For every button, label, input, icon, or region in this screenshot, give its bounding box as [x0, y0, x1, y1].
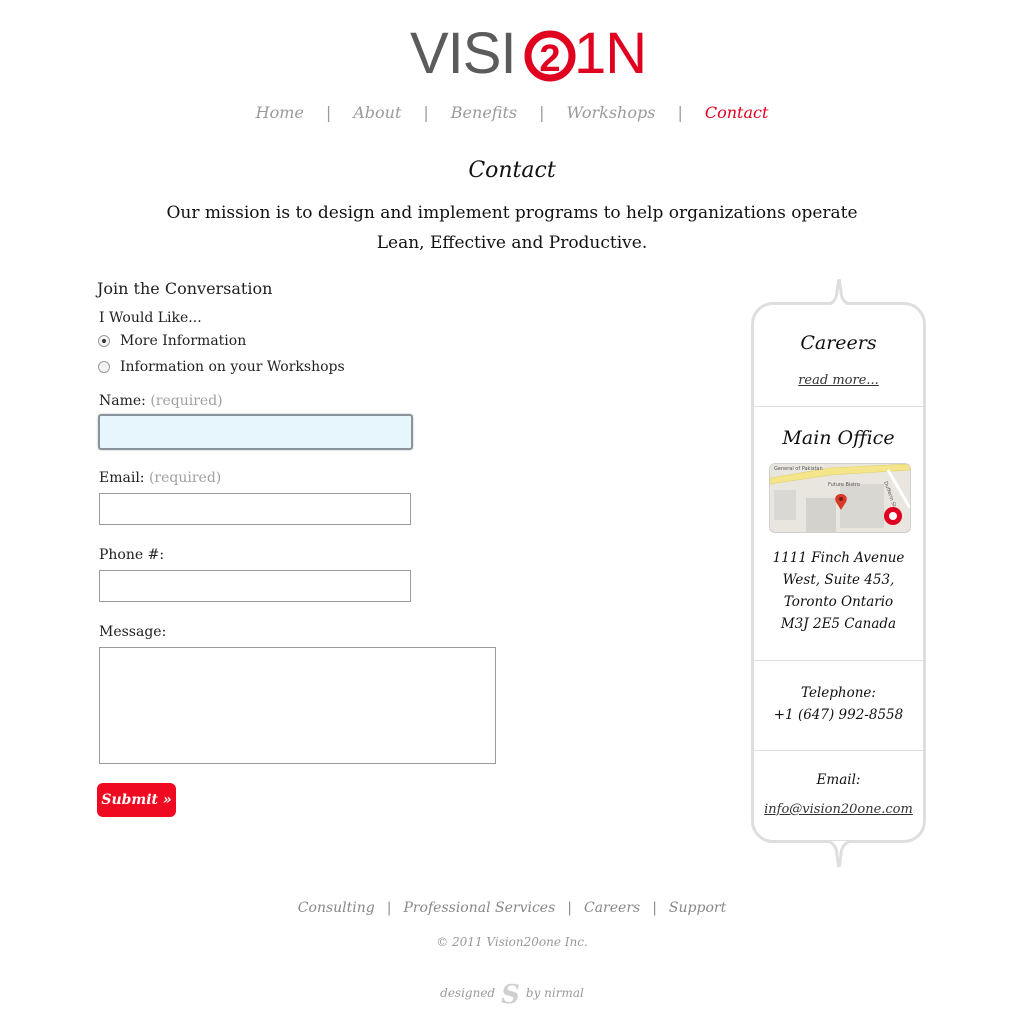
careers-heading: Careers	[800, 332, 877, 354]
email-label-text: Email:	[99, 470, 145, 486]
map-label: Future Bistro	[828, 482, 860, 488]
nav-benefits[interactable]: Benefits	[429, 103, 539, 122]
office-address: 1111 Finch Avenue West, Suite 453, Toron…	[754, 547, 923, 635]
copyright: © 2011 Vision20one Inc.	[436, 935, 588, 949]
phone-label: Phone #:	[99, 547, 165, 563]
main-nav: Home | About | Benefits | Workshops | Contact	[0, 103, 1024, 131]
footer-link-professional-services[interactable]: Professional Services	[391, 900, 567, 916]
message-label: Message:	[99, 624, 167, 640]
logo-2-mark: 2	[524, 30, 576, 82]
radio-workshops-information[interactable]: Information on your Workshops	[98, 359, 345, 375]
email-heading: Email:	[816, 772, 861, 788]
required-hint: (required)	[150, 393, 223, 409]
sidebar-divider	[754, 406, 923, 407]
mission-statement: Our mission is to design and implement p…	[162, 198, 862, 258]
nav-about[interactable]: About	[331, 103, 423, 122]
footer-link-consulting[interactable]: Consulting	[286, 900, 387, 916]
map-label: General of Pakistan	[774, 466, 823, 472]
nav-home[interactable]: Home	[234, 103, 326, 122]
logo-2-glyph: 2	[539, 38, 560, 80]
telephone-label: Telephone:	[801, 685, 876, 701]
vision21-logo[interactable]: VISI 2 1N	[410, 21, 647, 86]
careers-link-wrap: read more...	[754, 369, 923, 388]
designer-name: by nirmal	[525, 986, 584, 1000]
address-line: 1111 Finch Avenue	[772, 550, 905, 566]
telephone-number: +1 (647) 992-8558	[773, 707, 904, 723]
email-link[interactable]: info@vision20one.com	[764, 802, 913, 817]
address-line: M3J 2E5 Canada	[780, 616, 897, 632]
telephone-block: Telephone: +1 (647) 992-8558	[754, 682, 923, 726]
radio-more-information[interactable]: More Information	[98, 333, 246, 349]
nav-contact[interactable]: Contact	[683, 103, 791, 122]
email-link-wrap: info@vision20one.com	[754, 798, 923, 817]
phone-field[interactable]	[99, 570, 411, 602]
footer-nav: Consulting | Professional Services | Careers…	[0, 900, 1024, 916]
message-textarea[interactable]	[99, 647, 496, 764]
page-title: Contact	[468, 158, 556, 183]
main-office-heading: Main Office	[782, 427, 895, 449]
designed-text: designed	[440, 986, 496, 1000]
footer-link-careers[interactable]: Careers	[572, 900, 652, 916]
sidebar-divider	[754, 750, 923, 751]
form-heading: Join the Conversation	[97, 279, 273, 298]
email-label: Email: (required)	[99, 470, 221, 486]
logo-text-visi: VISI	[410, 21, 517, 86]
nav-workshops[interactable]: Workshops	[545, 103, 678, 122]
mission-line-1: Our mission is to design and implement p…	[166, 203, 858, 223]
office-map[interactable]: General of Pakistan Future Bistro Duffer…	[769, 463, 911, 533]
submit-button[interactable]: Submit »	[97, 783, 176, 817]
email-field[interactable]	[99, 493, 411, 525]
map-graphic: General of Pakistan Future Bistro Duffer…	[770, 464, 910, 532]
address-line: West, Suite 453,	[782, 572, 895, 588]
name-label: Name: (required)	[99, 393, 223, 409]
mission-line-2: Lean, Effective and Productive.	[376, 233, 648, 253]
radio-button-checked[interactable]	[98, 335, 110, 347]
name-label-text: Name:	[99, 393, 146, 409]
radio-label: More Information	[120, 333, 247, 349]
name-field[interactable]	[98, 414, 413, 450]
sidebar-top-notch	[828, 279, 850, 305]
footer-link-support[interactable]: Support	[657, 900, 738, 916]
sidebar-bottom-notch	[828, 841, 850, 867]
radio-button[interactable]	[98, 361, 110, 373]
would-like-label: I Would Like...	[99, 310, 202, 326]
logo-text-1n: 1N	[574, 21, 647, 86]
sidebar-divider	[754, 660, 923, 661]
designer-credit[interactable]: designed Sby nirmal	[0, 980, 1024, 1010]
designer-logo-icon: S	[501, 980, 520, 1010]
required-hint: (required)	[148, 470, 222, 486]
careers-read-more-link[interactable]: read more...	[798, 373, 879, 388]
address-line: Toronto Ontario	[783, 594, 894, 610]
radio-label: Information on your Workshops	[120, 359, 345, 375]
